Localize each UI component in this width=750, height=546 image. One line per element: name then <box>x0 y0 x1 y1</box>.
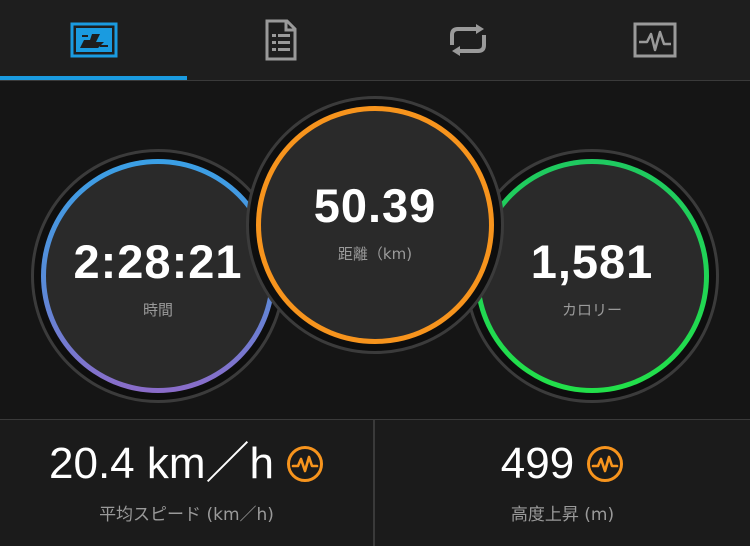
distance-ring: 50.39 距離（km) <box>246 96 504 354</box>
calories-value: 1,581 <box>530 235 654 288</box>
speed-dashboard-icon <box>70 22 117 58</box>
summary-circles: 2:28:21 時間 1,581 カロリー 50.39 距離（km) <box>0 81 750 419</box>
activity-chart-icon <box>633 22 676 58</box>
tab-charts[interactable] <box>561 0 748 80</box>
document-list-icon <box>265 19 296 61</box>
time-label: 時間 <box>142 301 173 319</box>
pulse-icon <box>286 445 323 482</box>
tab-bar <box>0 0 750 81</box>
avg-speed-value: 20.4 km／h <box>49 438 274 488</box>
active-tab-indicator <box>0 76 187 80</box>
avg-speed-stat[interactable]: 20.4 km／h 平均スピード (km／h) <box>0 420 373 546</box>
time-value: 2:28:21 <box>73 235 243 288</box>
distance-label: 距離（km) <box>337 245 413 263</box>
stats-panel: 20.4 km／h 平均スピード (km／h) 499 高度上昇 (m) <box>0 419 750 546</box>
calories-label: カロリー <box>561 301 622 319</box>
time-ring: 2:28:21 時間 <box>31 149 285 403</box>
avg-speed-label: 平均スピード (km／h) <box>99 504 274 525</box>
ascent-label: 高度上昇 (m) <box>510 504 615 525</box>
ascent-stat[interactable]: 499 高度上昇 (m) <box>375 420 750 546</box>
tab-overview[interactable] <box>0 0 187 80</box>
tab-laps[interactable] <box>374 0 561 80</box>
ascent-value: 499 <box>500 438 575 488</box>
loop-arrows-icon <box>449 24 486 56</box>
calories-ring: 1,581 カロリー <box>465 149 719 403</box>
tab-details[interactable] <box>187 0 374 80</box>
distance-value: 50.39 <box>313 179 437 232</box>
pulse-icon <box>587 445 624 482</box>
